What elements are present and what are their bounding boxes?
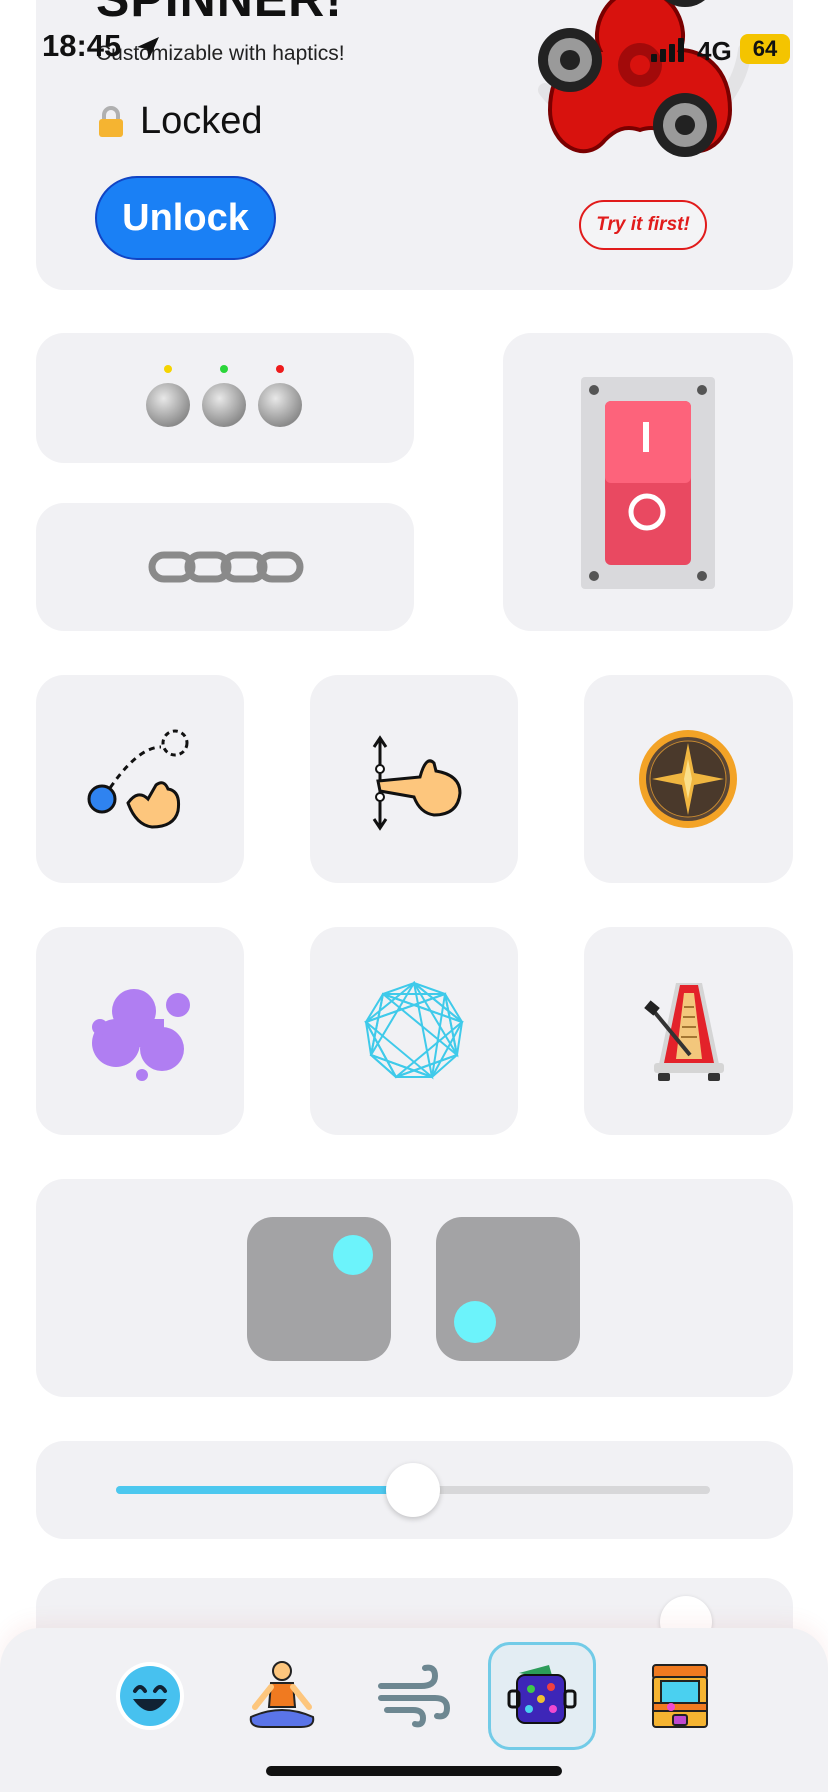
wind-icon <box>378 1664 451 1728</box>
unlock-button[interactable]: Unlock <box>95 176 276 260</box>
tile-compass[interactable] <box>584 675 793 883</box>
status-time: 18:45 <box>42 28 122 63</box>
blobs-icon <box>92 989 190 1081</box>
network-type: 4G <box>697 36 732 66</box>
tab-arcade[interactable] <box>626 1642 734 1750</box>
fidget-toy-icon <box>507 1665 577 1724</box>
tile-scroll-gesture[interactable] <box>310 675 518 883</box>
scroll-gesture-icon <box>372 735 462 831</box>
tile-metronome[interactable] <box>584 927 793 1135</box>
die-left[interactable] <box>247 1217 391 1361</box>
geometric-mesh-icon <box>364 981 464 1080</box>
location-arrow-icon <box>137 37 159 59</box>
tile-power-switch[interactable] <box>503 333 793 631</box>
tab-fidget-toys[interactable] <box>488 1642 596 1750</box>
tile-slider <box>36 1441 793 1539</box>
metronome-icon <box>644 983 724 1081</box>
try-it-first-button[interactable]: Try it first! <box>579 200 707 250</box>
tile-dice[interactable] <box>36 1179 793 1397</box>
compass-icon <box>639 730 737 828</box>
power-switch-icon <box>581 377 715 589</box>
battery-indicator: 64 <box>740 34 790 64</box>
die-pip <box>333 1235 373 1275</box>
die-pip <box>454 1301 496 1343</box>
smiley-icon <box>116 1662 184 1730</box>
status-bar: 18:45 4G 64 <box>0 0 828 100</box>
tile-chain[interactable] <box>36 503 414 631</box>
die-right[interactable] <box>436 1217 580 1361</box>
tile-geometric-mesh[interactable] <box>310 927 518 1135</box>
meditation-icon <box>249 1661 315 1728</box>
tab-meditation[interactable] <box>228 1642 336 1750</box>
cellular-signal-icon <box>651 38 684 62</box>
tile-blobs[interactable] <box>36 927 244 1135</box>
lock-status: Locked <box>96 100 263 143</box>
lock-status-label: Locked <box>140 100 263 142</box>
tile-swipe-drag[interactable] <box>36 675 244 883</box>
tab-wind[interactable] <box>360 1642 468 1750</box>
slider-thumb[interactable] <box>386 1463 440 1517</box>
chain-icon <box>148 551 304 583</box>
swipe-drag-icon <box>87 729 189 829</box>
buttons-icon <box>146 365 302 427</box>
tile-buttons[interactable] <box>36 333 414 463</box>
tab-smiley[interactable] <box>96 1642 204 1750</box>
arcade-icon <box>652 1664 708 1728</box>
battery-level: 64 <box>752 36 778 61</box>
lock-icon <box>99 105 123 137</box>
home-indicator <box>266 1766 562 1776</box>
slider-fill <box>116 1486 413 1494</box>
